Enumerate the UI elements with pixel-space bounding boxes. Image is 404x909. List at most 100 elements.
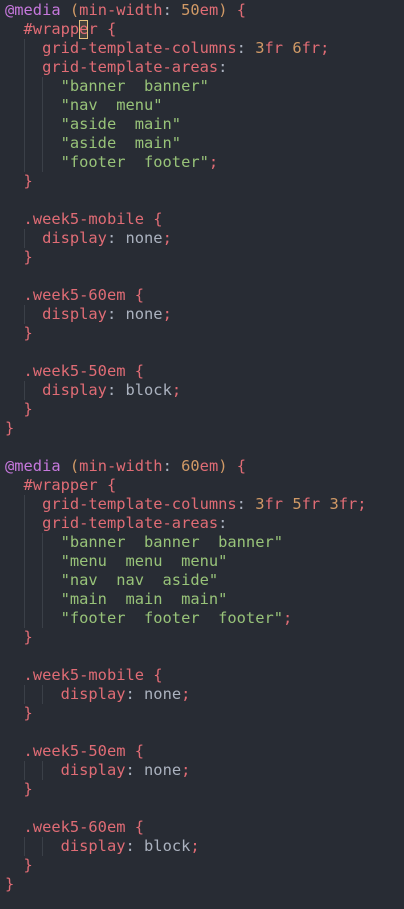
code-line[interactable]: } (5, 324, 33, 343)
code-line[interactable]: display: none; (5, 685, 191, 704)
code-line[interactable]: "footer footer footer"; (5, 609, 293, 628)
code-token: : (125, 685, 145, 703)
code-token: } (5, 875, 15, 893)
code-token: fr (301, 495, 321, 513)
code-line[interactable]: "menu menu menu" (5, 552, 228, 571)
code-line[interactable]: "nav menu" (5, 96, 163, 115)
code-line[interactable]: "nav nav aside" (5, 571, 219, 590)
code-line[interactable]: "banner banner banner" (5, 533, 283, 552)
code-line[interactable]: .week5-mobile { (5, 210, 163, 229)
code-token: display (42, 381, 107, 399)
code-line[interactable]: @media (min-width: 60em) { (5, 457, 246, 476)
code-token: fr (338, 495, 358, 513)
code-line[interactable]: display: none; (5, 761, 191, 780)
code-line[interactable]: .week5-50em { (5, 742, 145, 761)
code-line[interactable]: #wrapper { (5, 476, 117, 495)
indent-guide (42, 685, 44, 704)
code-token: } (23, 324, 33, 342)
code-line[interactable]: .week5-mobile { (5, 666, 163, 685)
code-token: @media (5, 457, 61, 475)
code-token: block (125, 381, 172, 399)
code-line[interactable]: display: none; (5, 229, 172, 248)
code-line[interactable]: grid-template-areas: (5, 514, 227, 533)
indent-guide (42, 761, 44, 780)
code-line[interactable]: .week5-50em { (5, 362, 145, 381)
code-line[interactable]: "footer footer"; (5, 153, 219, 172)
code-line[interactable]: } (5, 856, 33, 875)
code-token: ) (218, 1, 228, 19)
code-line[interactable]: .week5-60em { (5, 286, 145, 305)
code-token: none (144, 685, 182, 703)
code-line[interactable]: "main main main" (5, 590, 228, 609)
code-line[interactable]: } (5, 400, 33, 419)
code-token: 3 (329, 495, 339, 513)
code-line[interactable]: grid-template-columns: 3fr 6fr; (5, 39, 329, 58)
code-token: 3 (255, 495, 265, 513)
code-token: } (23, 704, 33, 722)
code-line[interactable]: "aside main" (5, 115, 181, 134)
code-line[interactable]: } (5, 419, 14, 438)
code-line[interactable]: } (5, 704, 33, 723)
code-token: "aside main" (60, 115, 182, 133)
code-token: display (60, 837, 126, 855)
code-token: ; (208, 153, 219, 171)
code-line[interactable]: } (5, 172, 33, 191)
indent-guide (23, 229, 25, 248)
code-line[interactable]: display: none; (5, 305, 172, 324)
code-line[interactable]: } (5, 875, 14, 894)
code-token: none (144, 761, 182, 779)
code-token: display (42, 305, 107, 323)
code-token: { (134, 286, 145, 304)
indent-guide (23, 761, 25, 780)
code-token: 60 (181, 457, 200, 475)
code-token: "footer footer" (60, 153, 209, 171)
code-token: display (60, 685, 126, 703)
code-token: #wrapper (23, 476, 98, 494)
code-line[interactable]: @media (min-width: 50em) { (5, 1, 246, 20)
code-line[interactable]: grid-template-columns: 3fr 5fr 3fr; (5, 495, 366, 514)
code-token: ( (69, 1, 80, 19)
code-token: none (125, 305, 163, 323)
code-token: "footer footer footer" (60, 609, 283, 627)
indent-guide (23, 381, 25, 400)
code-token: { (153, 666, 163, 684)
code-line[interactable]: grid-template-areas: (5, 58, 227, 77)
code-token: display (60, 761, 126, 779)
code-line[interactable]: } (5, 248, 33, 267)
code-token: : (106, 381, 126, 399)
code-line[interactable]: "aside main" (5, 134, 181, 153)
code-line[interactable]: display: block; (5, 837, 200, 856)
code-token: 6 (292, 39, 302, 57)
code-line[interactable]: } (5, 780, 33, 799)
indent-guide (42, 77, 44, 172)
code-token: "aside main" (60, 134, 182, 152)
code-editor[interactable]: @media (min-width: 50em) { #wrapper { gr… (0, 0, 404, 909)
code-token: : (106, 305, 126, 323)
code-token: min-width (79, 1, 163, 19)
code-token: ; (190, 837, 200, 855)
code-token: em (199, 457, 219, 475)
code-token: } (23, 780, 33, 798)
code-line[interactable]: #wrapper { (5, 20, 116, 39)
code-token: { (134, 818, 145, 836)
code-line[interactable]: "banner banner" (5, 77, 209, 96)
code-token: : (106, 229, 126, 247)
code-line[interactable]: display: block; (5, 381, 181, 400)
code-line[interactable]: .week5-60em { (5, 818, 145, 837)
code-line[interactable]: } (5, 628, 33, 647)
